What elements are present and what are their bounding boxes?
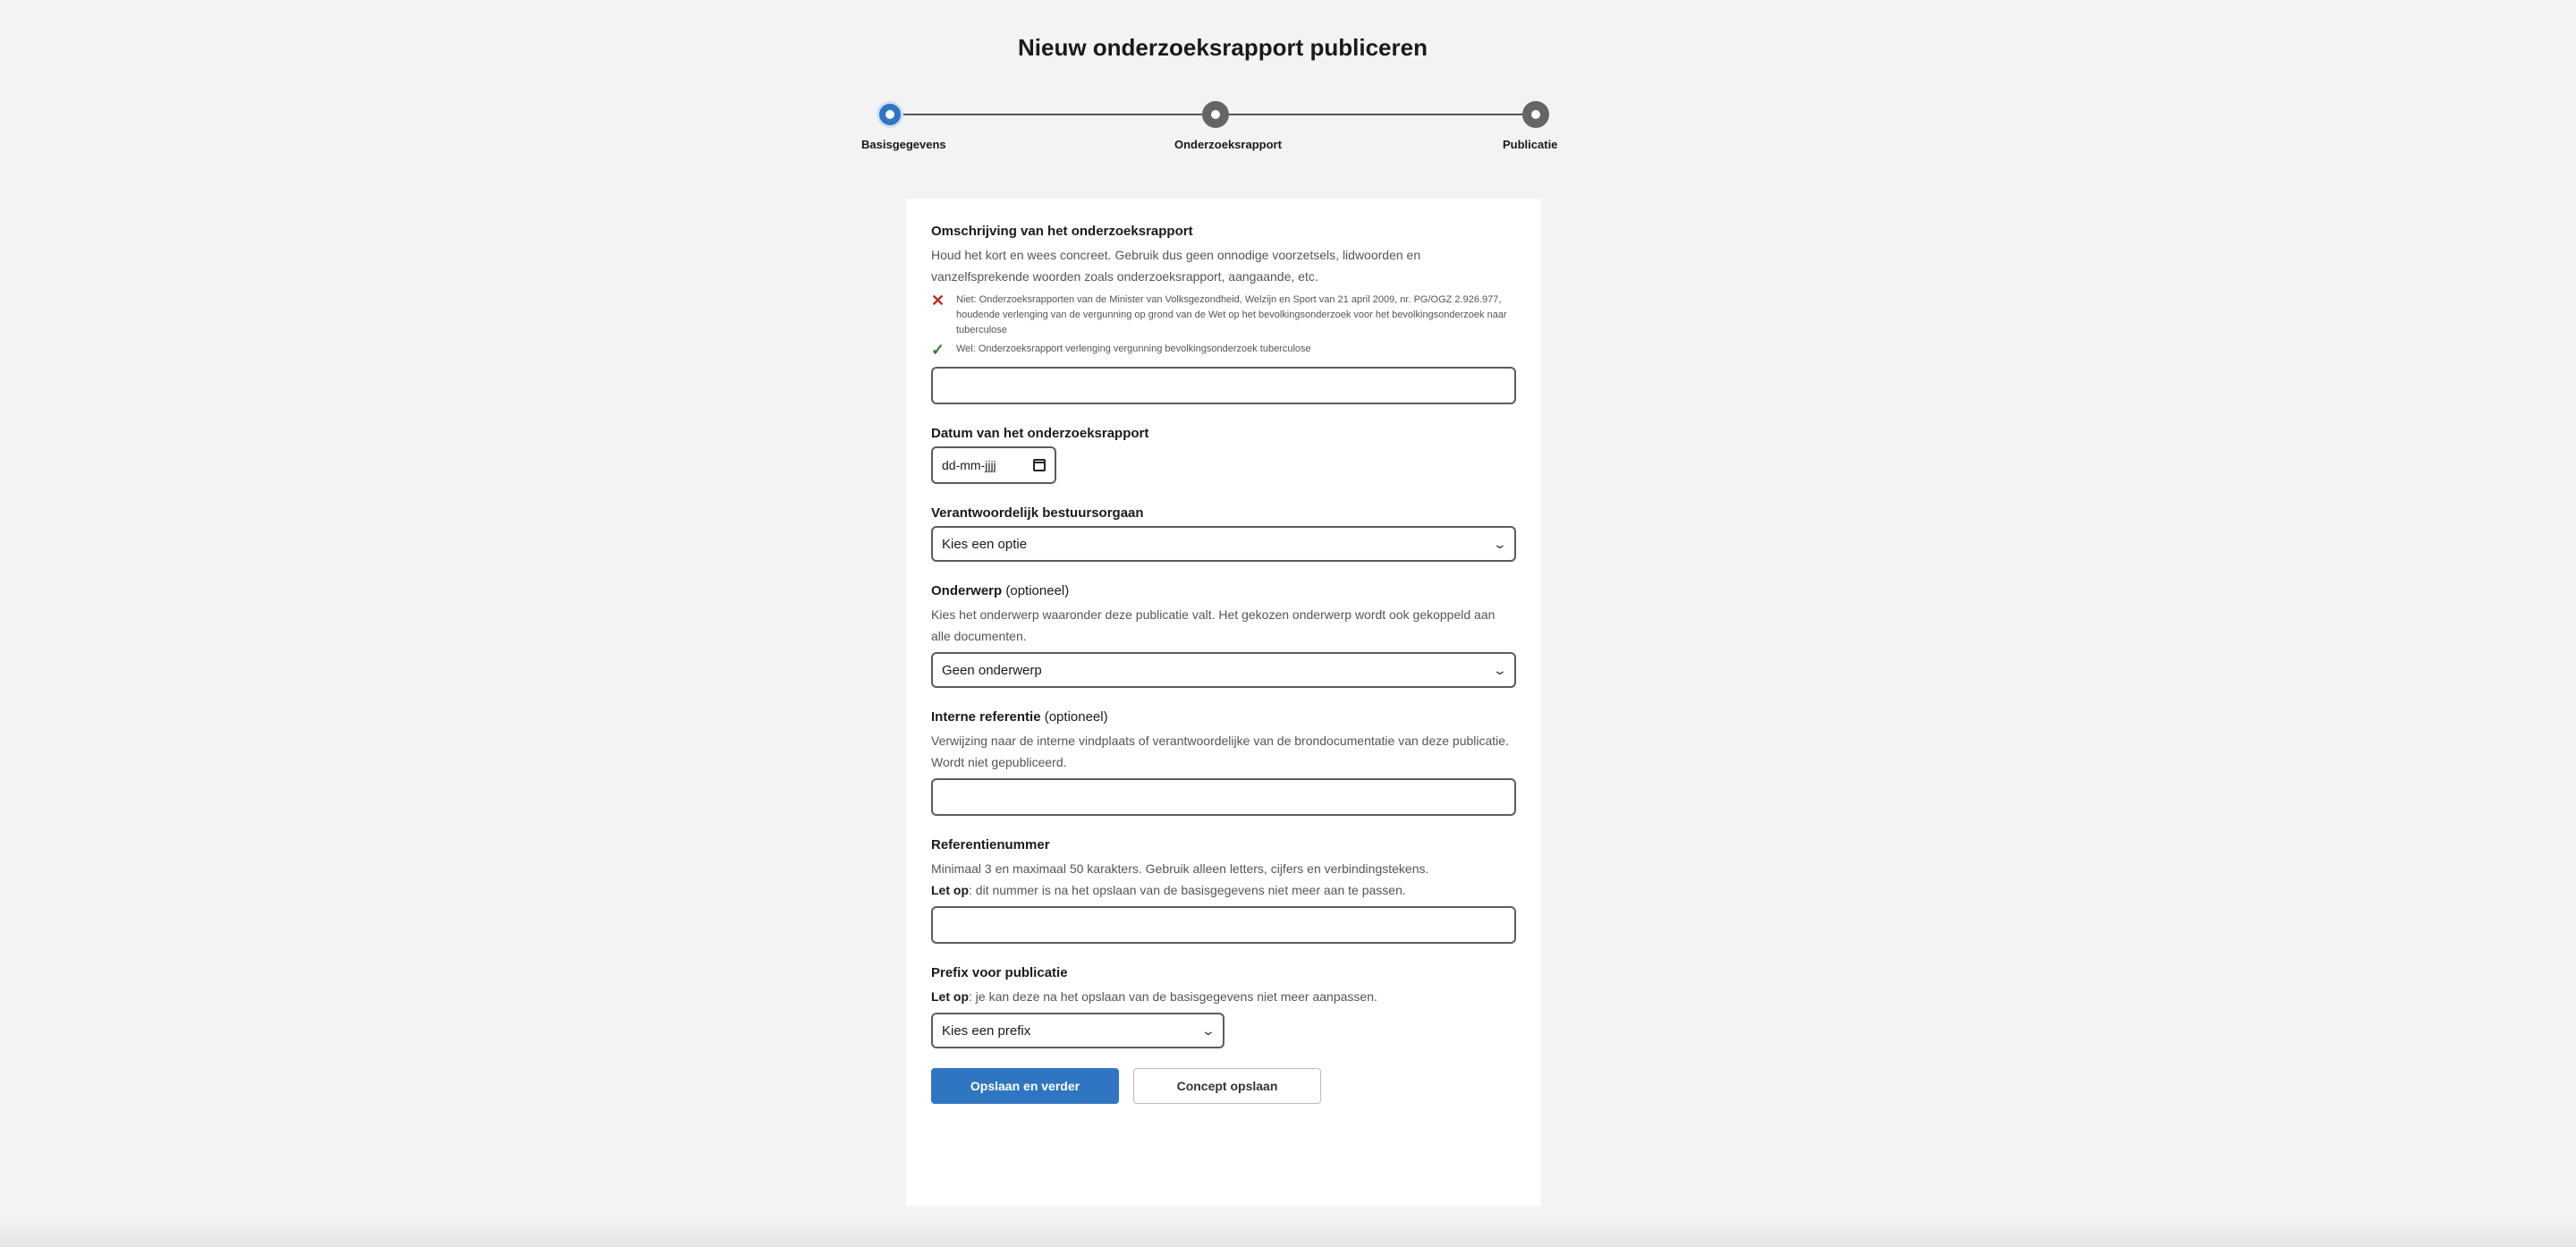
optional-tag: (optioneel): [1005, 583, 1070, 598]
prefix-value: Kies een prefix: [942, 1022, 1031, 1039]
step-1-label: Basisgegevens: [861, 138, 946, 151]
step-2-label: Onderzoeksrapport: [1174, 138, 1282, 151]
onderwerp-value: Geen onderwerp: [942, 662, 1042, 678]
stepper-line: [1229, 114, 1522, 115]
step-3-label: Publicatie: [1503, 138, 1558, 151]
bestuursorgaan-label: Verantwoordelijk bestuursorgaan: [931, 505, 1144, 521]
omschrijving-help: Houd het kort en wees concreet. Gebruik …: [931, 248, 1421, 284]
form-actions: Opslaan en verder Concept opslaan: [931, 1068, 1516, 1104]
good-example: ✓ Wel: Onderzoeksrapport verlenging verg…: [931, 342, 1516, 358]
bestuursorgaan-select[interactable]: Kies een optie ⌄: [931, 526, 1516, 562]
bad-example: ✕ Niet: Onderzoeksrapporten van de Minis…: [931, 293, 1516, 338]
omschrijving-field: Omschrijving van het onderzoeksrapport H…: [931, 224, 1516, 404]
save-draft-button[interactable]: Concept opslaan: [1133, 1068, 1321, 1104]
prefix-label: Prefix voor publicatie: [931, 965, 1068, 980]
prefix-field: Prefix voor publicatie Let op: je kan de…: [931, 965, 1516, 1048]
progress-stepper: Basisgegevens Onderzoeksrapport Publicat…: [861, 98, 1558, 161]
good-example-text: Wel: Onderzoeksrapport verlenging vergun…: [956, 344, 1311, 354]
page-title: Nieuw onderzoeksrapport publiceren: [1018, 34, 1428, 61]
interne-referentie-label: Interne referentie (optioneel): [931, 709, 1108, 725]
datum-label: Datum van het onderzoeksrapport: [931, 426, 1149, 441]
cross-icon: ✕: [931, 292, 945, 310]
omschrijving-input[interactable]: [931, 367, 1516, 404]
datum-placeholder: dd-mm-jjjj: [942, 458, 996, 472]
referentienummer-help: Minimaal 3 en maximaal 50 karakters. Geb…: [931, 861, 1429, 876]
prefix-select[interactable]: Kies een prefix ⌄: [931, 1013, 1224, 1048]
interne-referentie-help: Verwijzing naar de interne vindplaats of…: [931, 734, 1509, 769]
prefix-note: Let op: je kan deze na het opslaan van d…: [931, 989, 1377, 1004]
onderwerp-select[interactable]: Geen onderwerp ⌄: [931, 652, 1516, 688]
bad-example-text: Niet: Onderzoeksrapporten van de Ministe…: [956, 294, 1507, 335]
referentienummer-input[interactable]: [931, 906, 1516, 944]
bestuursorgaan-field: Verantwoordelijk bestuursorgaan Kies een…: [931, 505, 1516, 562]
footer-shadow: [0, 1220, 2576, 1247]
optional-tag: (optioneel): [1044, 709, 1108, 725]
step-1-indicator: [877, 101, 903, 128]
checkmark-icon: ✓: [931, 341, 945, 359]
interne-referentie-field: Interne referentie (optioneel) Verwijzin…: [931, 709, 1516, 816]
datum-input[interactable]: dd-mm-jjjj: [931, 446, 1056, 484]
omschrijving-label: Omschrijving van het onderzoeksrapport: [931, 224, 1193, 239]
bestuursorgaan-value: Kies een optie: [942, 536, 1028, 552]
onderwerp-help: Kies het onderwerp waaronder deze public…: [931, 607, 1496, 643]
onderwerp-field: Onderwerp (optioneel) Kies het onderwerp…: [931, 583, 1516, 688]
chevron-down-icon: ⌄: [1492, 536, 1508, 551]
step-3-indicator: [1522, 101, 1549, 128]
interne-referentie-input[interactable]: [931, 778, 1516, 816]
save-and-continue-button[interactable]: Opslaan en verder: [931, 1068, 1119, 1104]
referentienummer-label: Referentienummer: [931, 837, 1050, 853]
datum-field: Datum van het onderzoeksrapport dd-mm-jj…: [931, 426, 1516, 484]
onderwerp-label: Onderwerp (optioneel): [931, 583, 1070, 598]
referentienummer-note: Let op: dit nummer is na het opslaan van…: [931, 883, 1406, 897]
chevron-down-icon: ⌄: [1200, 1022, 1216, 1038]
referentienummer-field: Referentienummer Minimaal 3 en maximaal …: [931, 837, 1516, 944]
step-2-indicator: [1202, 101, 1229, 128]
basisgegevens-form: Omschrijving van het onderzoeksrapport H…: [906, 199, 1541, 1206]
calendar-icon[interactable]: [1033, 459, 1046, 471]
chevron-down-icon: ⌄: [1492, 662, 1508, 677]
stepper-line: [903, 114, 1202, 115]
